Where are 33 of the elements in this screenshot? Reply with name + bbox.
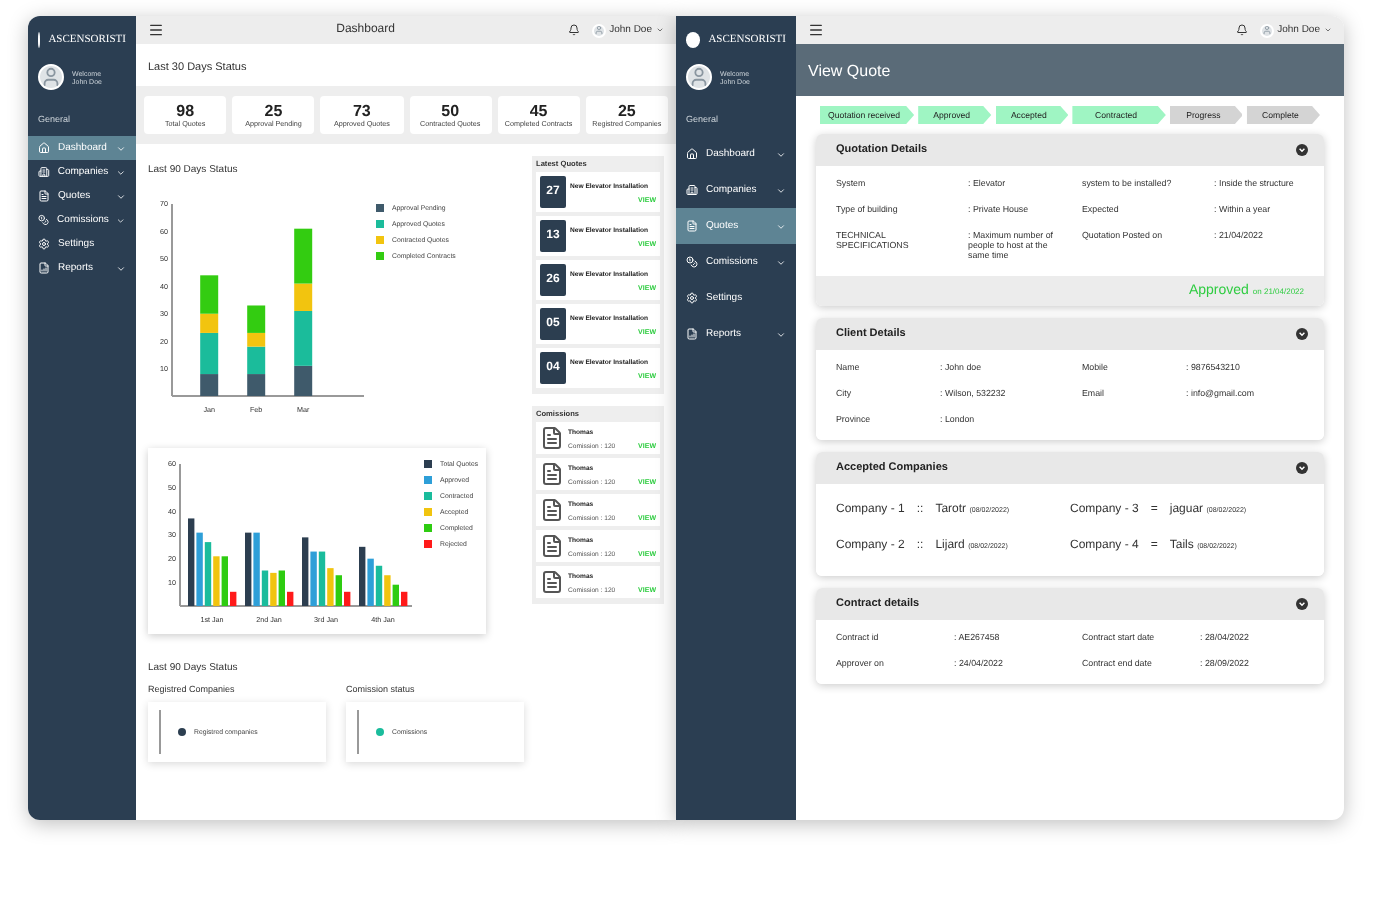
menu-icon[interactable] — [148, 22, 164, 38]
report-icon — [38, 262, 50, 274]
collapse-icon[interactable] — [1296, 598, 1308, 610]
settings-icon — [38, 238, 50, 250]
avatar — [38, 64, 64, 90]
document-icon — [540, 498, 564, 522]
collapse-icon[interactable] — [1296, 144, 1308, 156]
notification-icon[interactable] — [1235, 24, 1248, 36]
avatar — [686, 64, 712, 90]
axis-drawing — [356, 710, 360, 754]
document-icon — [540, 534, 564, 558]
document-icon — [686, 220, 698, 232]
collapse-icon[interactable] — [1296, 462, 1308, 474]
collapse-icon[interactable] — [1296, 328, 1308, 340]
document-icon — [540, 426, 564, 450]
menu-icon[interactable] — [808, 22, 824, 38]
avatar-icon — [1259, 23, 1274, 37]
bar-segment — [247, 374, 266, 396]
coins-icon — [38, 214, 50, 226]
building-icon — [686, 184, 698, 196]
coins-icon — [686, 256, 698, 268]
axis-drawing — [158, 710, 162, 754]
page-title: View Quote — [796, 44, 1344, 96]
building-icon — [38, 166, 50, 178]
notification-icon[interactable] — [567, 24, 580, 36]
home-icon — [38, 142, 50, 154]
avatar-icon — [591, 23, 606, 37]
document-icon — [540, 570, 564, 594]
settings-icon — [686, 292, 698, 304]
document-icon — [38, 190, 50, 202]
document-icon — [540, 462, 564, 486]
report-icon — [686, 328, 698, 340]
home-icon — [686, 148, 698, 160]
